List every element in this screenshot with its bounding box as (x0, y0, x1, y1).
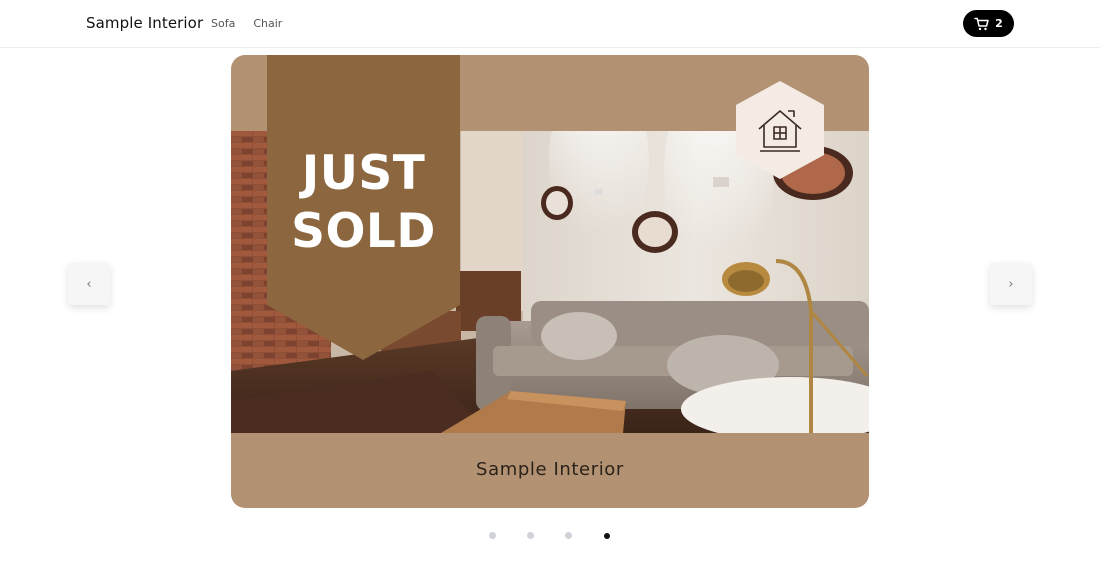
slider-pagination (0, 532, 1100, 540)
slider-next-button[interactable]: › (990, 263, 1032, 305)
page: Sample Interior Sofa Chair 2 ‹ › JUST SO… (0, 0, 1100, 576)
chevron-left-icon: ‹ (86, 276, 92, 292)
ribbon-line-1: JUST (301, 146, 426, 201)
house-icon (736, 81, 824, 179)
nav-menu: Sofa Chair (211, 17, 282, 30)
slider-dot-4[interactable] (604, 533, 610, 539)
hero-slide: JUST SOLD Sample Interior (231, 55, 869, 508)
chevron-right-icon: › (1008, 276, 1014, 292)
slider-dot-1[interactable] (489, 532, 496, 539)
slider-dot-2[interactable] (527, 532, 534, 539)
top-navbar: Sample Interior Sofa Chair 2 (0, 0, 1100, 48)
ribbon-line-2: SOLD (291, 204, 436, 259)
just-sold-label: JUST SOLD (267, 145, 460, 261)
brand-logo[interactable]: Sample Interior (86, 14, 203, 32)
slider-dot-3[interactable] (565, 532, 572, 539)
cart-count-badge: 2 (995, 17, 1003, 30)
cart-button[interactable]: 2 (963, 10, 1014, 37)
slider-prev-button[interactable]: ‹ (68, 263, 110, 305)
slide-caption: Sample Interior (476, 459, 624, 480)
cart-icon (974, 17, 989, 30)
nav-link-sofa[interactable]: Sofa (211, 17, 235, 30)
nav-link-chair[interactable]: Chair (253, 17, 282, 30)
